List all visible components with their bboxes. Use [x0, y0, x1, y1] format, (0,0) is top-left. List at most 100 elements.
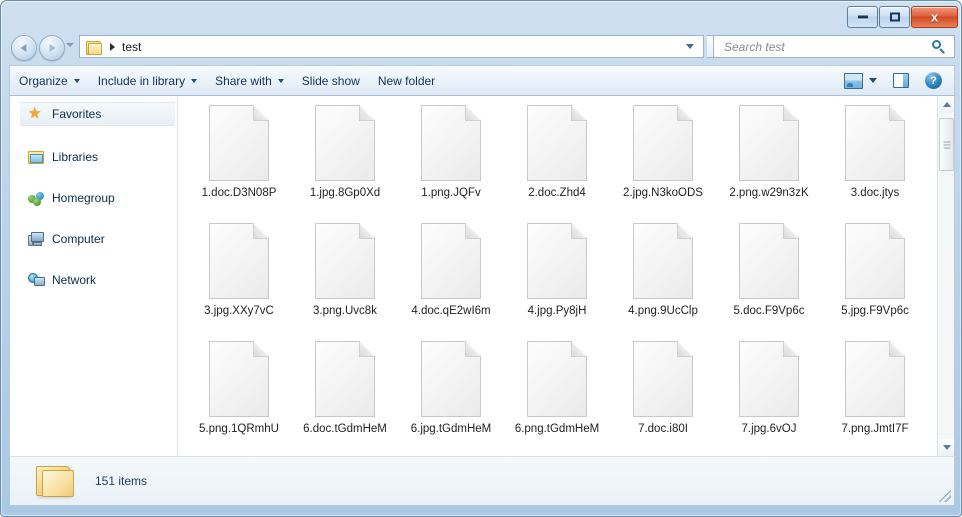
scrollbar-thumb[interactable]: [939, 118, 954, 171]
address-bar[interactable]: test: [79, 35, 704, 58]
status-bar: 151 items: [9, 456, 955, 506]
file-item[interactable]: 6.jpg.tGdmHeM: [398, 339, 504, 456]
close-icon: x: [930, 9, 939, 25]
sidebar-item-label: Computer: [52, 232, 105, 246]
resize-grip[interactable]: [939, 490, 951, 502]
minimize-icon: [857, 15, 868, 19]
vertical-scrollbar[interactable]: [937, 96, 954, 456]
include-in-library-button[interactable]: Include in library: [89, 66, 206, 95]
file-name-label: 6.jpg.tGdmHeM: [410, 423, 492, 435]
file-item[interactable]: 3.doc.jtys: [822, 103, 928, 221]
address-row: test ↺: [1, 31, 962, 63]
generic-file-icon: [739, 341, 799, 417]
chevron-down-icon: [277, 78, 284, 83]
maximize-button[interactable]: [879, 6, 910, 28]
folder-icon: [34, 464, 74, 498]
file-item[interactable]: 5.doc.F9Vp6c: [716, 221, 822, 339]
file-item[interactable]: 6.doc.tGdmHeM: [292, 339, 398, 456]
scroll-down-icon: [942, 445, 951, 450]
change-view-button[interactable]: [838, 66, 869, 95]
file-item[interactable]: 1.jpg.8Gp0Xd: [292, 103, 398, 221]
file-name-label: 1.doc.D3N08P: [201, 187, 277, 199]
preview-pane-button[interactable]: [883, 66, 919, 95]
file-item[interactable]: 6.png.tGdmHeM: [504, 339, 610, 456]
generic-file-icon: [527, 105, 587, 181]
file-item[interactable]: 5.png.1QRmhU: [186, 339, 292, 456]
new-folder-button[interactable]: New folder: [369, 66, 444, 95]
close-button[interactable]: x: [911, 6, 958, 28]
file-item[interactable]: 7.png.JmtI7F: [822, 339, 928, 456]
share-with-button[interactable]: Share with: [206, 66, 293, 95]
scroll-up-button[interactable]: [938, 96, 954, 113]
file-item[interactable]: 4.jpg.Py8jH: [504, 221, 610, 339]
file-name-label: 5.doc.F9Vp6c: [733, 305, 805, 317]
preview-pane-icon: [893, 73, 909, 88]
slide-show-button[interactable]: Slide show: [293, 66, 369, 95]
file-name-label: 2.png.w29n3zK: [729, 187, 809, 199]
minimize-button[interactable]: [847, 6, 878, 28]
change-view-dropdown[interactable]: [869, 66, 883, 95]
sidebar-item-libraries[interactable]: Libraries: [10, 147, 177, 167]
sidebar-item-homegroup[interactable]: Homegroup: [10, 188, 177, 208]
file-name-label: 4.doc.qE2wI6m: [411, 305, 491, 317]
sidebar-item-label: Network: [52, 273, 97, 287]
generic-file-icon: [315, 105, 375, 181]
file-name-label: 1.jpg.8Gp0Xd: [309, 187, 381, 199]
file-name-label: 7.doc.i80I: [638, 423, 688, 435]
file-item[interactable]: 2.png.w29n3zK: [716, 103, 822, 221]
file-name-label: 7.png.JmtI7F: [841, 423, 909, 435]
file-name-label: 5.jpg.F9Vp6c: [841, 305, 909, 317]
back-button[interactable]: [11, 35, 37, 61]
file-name-label: 7.jpg.6vOJ: [741, 423, 797, 435]
sidebar-item-network[interactable]: Network: [10, 270, 177, 290]
chevron-down-icon[interactable]: [686, 44, 694, 49]
file-item[interactable]: 1.png.JQFv: [398, 103, 504, 221]
help-button[interactable]: ?: [919, 66, 948, 95]
generic-file-icon: [633, 105, 693, 181]
sidebar-item-computer[interactable]: Computer: [10, 229, 177, 249]
back-arrow-icon: [20, 44, 27, 52]
file-item[interactable]: 1.doc.D3N08P: [186, 103, 292, 221]
file-item[interactable]: 4.png.9UcClp: [610, 221, 716, 339]
libraries-icon: [28, 149, 45, 165]
homegroup-icon: [28, 190, 45, 206]
views-icon: [844, 72, 863, 89]
title-bar: x: [1, 1, 962, 31]
file-name-label: 4.jpg.Py8jH: [527, 305, 587, 317]
chevron-down-icon: [73, 78, 80, 83]
file-item[interactable]: 4.doc.qE2wI6m: [398, 221, 504, 339]
scrollbar-grip-icon: [943, 141, 950, 148]
organize-button[interactable]: Organize: [10, 66, 89, 95]
sidebar-item-favorites[interactable]: ★ Favorites: [20, 102, 175, 126]
file-item[interactable]: 7.jpg.6vOJ: [716, 339, 822, 456]
star-icon: ★: [28, 105, 42, 122]
search-box[interactable]: [713, 35, 955, 58]
sidebar-item-label: Favorites: [52, 107, 102, 121]
generic-file-icon: [315, 223, 375, 299]
forward-button[interactable]: [39, 35, 65, 61]
content-area: ★ Favorites Libraries Homegroup Computer…: [9, 96, 955, 456]
generic-file-icon: [209, 105, 269, 181]
file-item[interactable]: 2.doc.Zhd4: [504, 103, 610, 221]
generic-file-icon: [209, 223, 269, 299]
file-item[interactable]: 3.png.Uvc8k: [292, 221, 398, 339]
explorer-window: x test ↺: [0, 0, 962, 517]
file-item[interactable]: 2.jpg.N3koODS: [610, 103, 716, 221]
search-icon[interactable]: [932, 40, 945, 54]
chevron-right-icon[interactable]: [110, 42, 115, 51]
generic-file-icon: [633, 341, 693, 417]
folder-icon: [85, 40, 102, 55]
file-name-label: 3.png.Uvc8k: [313, 305, 377, 317]
generic-file-icon: [633, 223, 693, 299]
scroll-down-button[interactable]: [938, 439, 954, 456]
generic-file-icon: [739, 105, 799, 181]
file-list-pane[interactable]: 1.doc.D3N08P 1.jpg.8Gp0Xd 1.png.JQFv 2.doc.…: [178, 96, 954, 456]
file-item[interactable]: 3.jpg.XXy7vC: [186, 221, 292, 339]
search-input[interactable]: [722, 38, 921, 55]
recent-pages-button[interactable]: [66, 43, 74, 47]
file-item[interactable]: 7.doc.i80I: [610, 339, 716, 456]
file-item[interactable]: 5.jpg.F9Vp6c: [822, 221, 928, 339]
file-name-label: 3.jpg.XXy7vC: [204, 305, 274, 317]
breadcrumb-test[interactable]: test: [122, 40, 141, 54]
generic-file-icon: [421, 105, 481, 181]
